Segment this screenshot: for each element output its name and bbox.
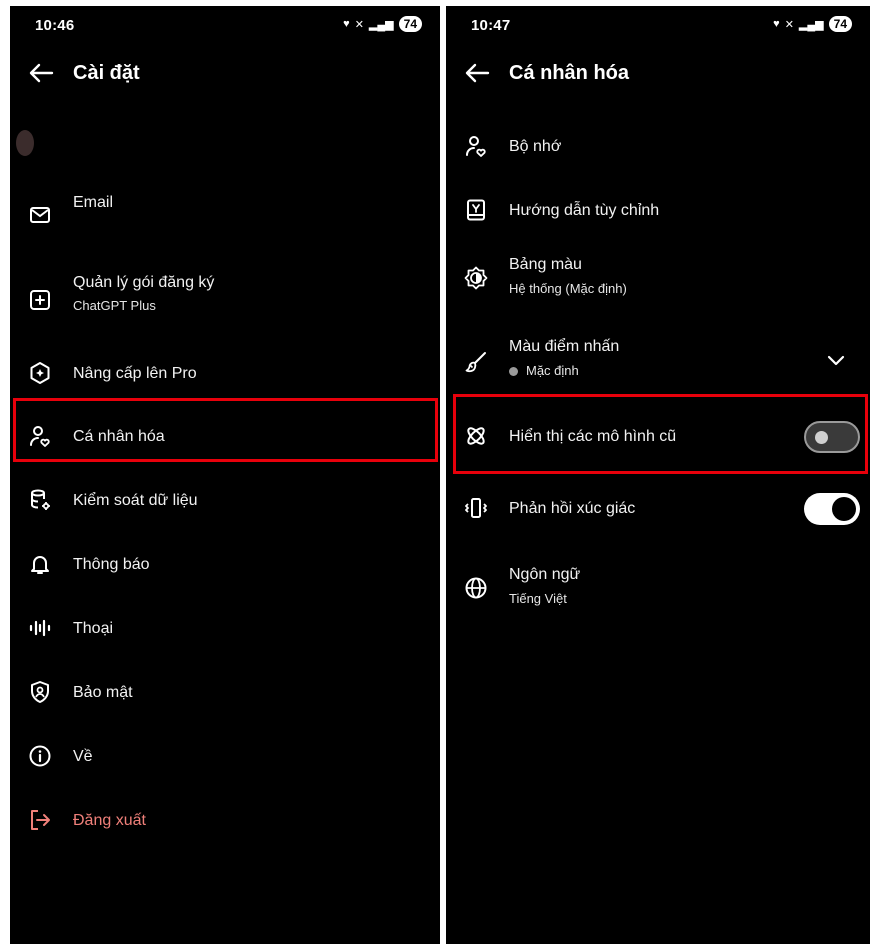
shield-user-icon (28, 680, 52, 704)
chevron-down-icon[interactable] (826, 354, 846, 368)
data-controls-item[interactable]: Kiểm soát dữ liệu (10, 480, 440, 522)
theme-item[interactable]: Bảng màu Hệ thống (Mặc định) (446, 254, 870, 304)
heart-icon: ♥ (773, 18, 780, 30)
status-icons: ♥ ✕ ▂▄▆ 74 (773, 16, 852, 32)
data-controls-label: Kiểm soát dữ liệu (73, 492, 198, 509)
logout-label: Đăng xuất (73, 812, 146, 829)
battery-badge: 74 (828, 16, 852, 32)
back-arrow-icon[interactable] (464, 61, 490, 85)
voice-item[interactable]: Thoại (10, 608, 440, 650)
info-icon (28, 744, 52, 768)
status-time: 10:47 (471, 17, 511, 34)
battery-badge: 74 (398, 16, 422, 32)
bell-icon (28, 552, 52, 576)
haptic-feedback-item[interactable]: Phản hồi xúc giác (446, 488, 870, 530)
theme-icon (464, 266, 488, 290)
signal-icon: ▂▄▆ (368, 18, 394, 31)
mute-icon: ✕ (354, 18, 364, 31)
accent-color-item[interactable]: Màu điểm nhấn Mặc định (446, 336, 870, 388)
status-icons: ♥ ✕ ▂▄▆ 74 (343, 16, 422, 32)
mute-icon: ✕ (784, 18, 794, 31)
security-item[interactable]: Bảo mật (10, 672, 440, 714)
upgrade-pro-label: Nâng cấp lên Pro (73, 365, 197, 382)
manage-subscription-label: Quản lý gói đăng ký (73, 274, 215, 291)
signal-icon: ▂▄▆ (798, 18, 824, 31)
personalization-header: Cá nhân hóa (446, 54, 870, 94)
custom-instructions-item[interactable]: Hướng dẫn tùy chỉnh (446, 190, 870, 232)
page-title: Cá nhân hóa (509, 62, 630, 84)
haptic-feedback-toggle[interactable] (804, 493, 860, 525)
waveform-icon (28, 616, 52, 640)
about-item[interactable]: Về (10, 736, 440, 778)
vibrate-icon (464, 496, 488, 520)
email-label: Email (73, 194, 114, 211)
custom-instructions-label: Hướng dẫn tùy chỉnh (509, 202, 660, 219)
memory-label: Bộ nhớ (509, 138, 562, 155)
notifications-label: Thông báo (73, 556, 150, 573)
settings-header: Cài đặt (10, 54, 440, 94)
toggle-knob (832, 497, 856, 521)
logout-item[interactable]: Đăng xuất (10, 800, 440, 842)
language-item[interactable]: Ngôn ngữ Tiếng Việt (446, 562, 870, 614)
globe-icon (464, 576, 488, 600)
status-time: 10:46 (35, 17, 75, 34)
database-gear-icon (28, 488, 52, 512)
highlight-box-legacy-models (453, 394, 868, 474)
status-bar: 10:47 ♥ ✕ ▂▄▆ 74 (446, 6, 870, 46)
security-label: Bảo mật (73, 684, 133, 701)
back-arrow-icon[interactable] (28, 61, 54, 85)
avatar (16, 130, 34, 156)
theme-value: Hệ thống (Mặc định) (509, 281, 627, 296)
manage-subscription-item[interactable]: Quản lý gói đăng ký ChatGPT Plus (10, 272, 440, 328)
color-dot (509, 367, 518, 377)
haptic-feedback-label: Phản hồi xúc giác (509, 500, 636, 517)
status-bar: 10:46 ♥ ✕ ▂▄▆ 74 (10, 6, 440, 46)
theme-label: Bảng màu (509, 256, 582, 273)
highlight-box-personalization (13, 398, 438, 462)
email-item[interactable]: Email (10, 190, 440, 240)
logout-icon (28, 808, 52, 832)
language-label: Ngôn ngữ (509, 566, 581, 583)
pro-badge-icon (28, 361, 52, 385)
accent-color-value: Mặc định (509, 363, 579, 378)
personalization-screen: 10:47 ♥ ✕ ▂▄▆ 74 Cá nhân hóa Bộ nhớ Hướn… (446, 6, 870, 944)
language-value: Tiếng Việt (509, 591, 567, 606)
settings-screen: 10:46 ♥ ✕ ▂▄▆ 74 Cài đặt Email Quản lý g… (10, 6, 440, 944)
subscription-plan: ChatGPT Plus (73, 298, 156, 313)
book-icon (464, 198, 488, 222)
memory-item[interactable]: Bộ nhớ (446, 126, 870, 168)
paintbrush-icon (464, 350, 488, 374)
upgrade-pro-item[interactable]: Nâng cấp lên Pro (10, 354, 440, 394)
mail-icon (28, 203, 52, 227)
accent-color-label: Màu điểm nhấn (509, 338, 620, 355)
notifications-item[interactable]: Thông báo (10, 544, 440, 586)
plus-square-icon (28, 288, 52, 312)
about-label: Về (73, 748, 93, 765)
page-title: Cài đặt (73, 62, 140, 84)
accent-color-value-text: Mặc định (526, 363, 579, 378)
person-heart-icon (464, 134, 488, 158)
voice-label: Thoại (73, 620, 114, 637)
heart-icon: ♥ (343, 18, 350, 30)
